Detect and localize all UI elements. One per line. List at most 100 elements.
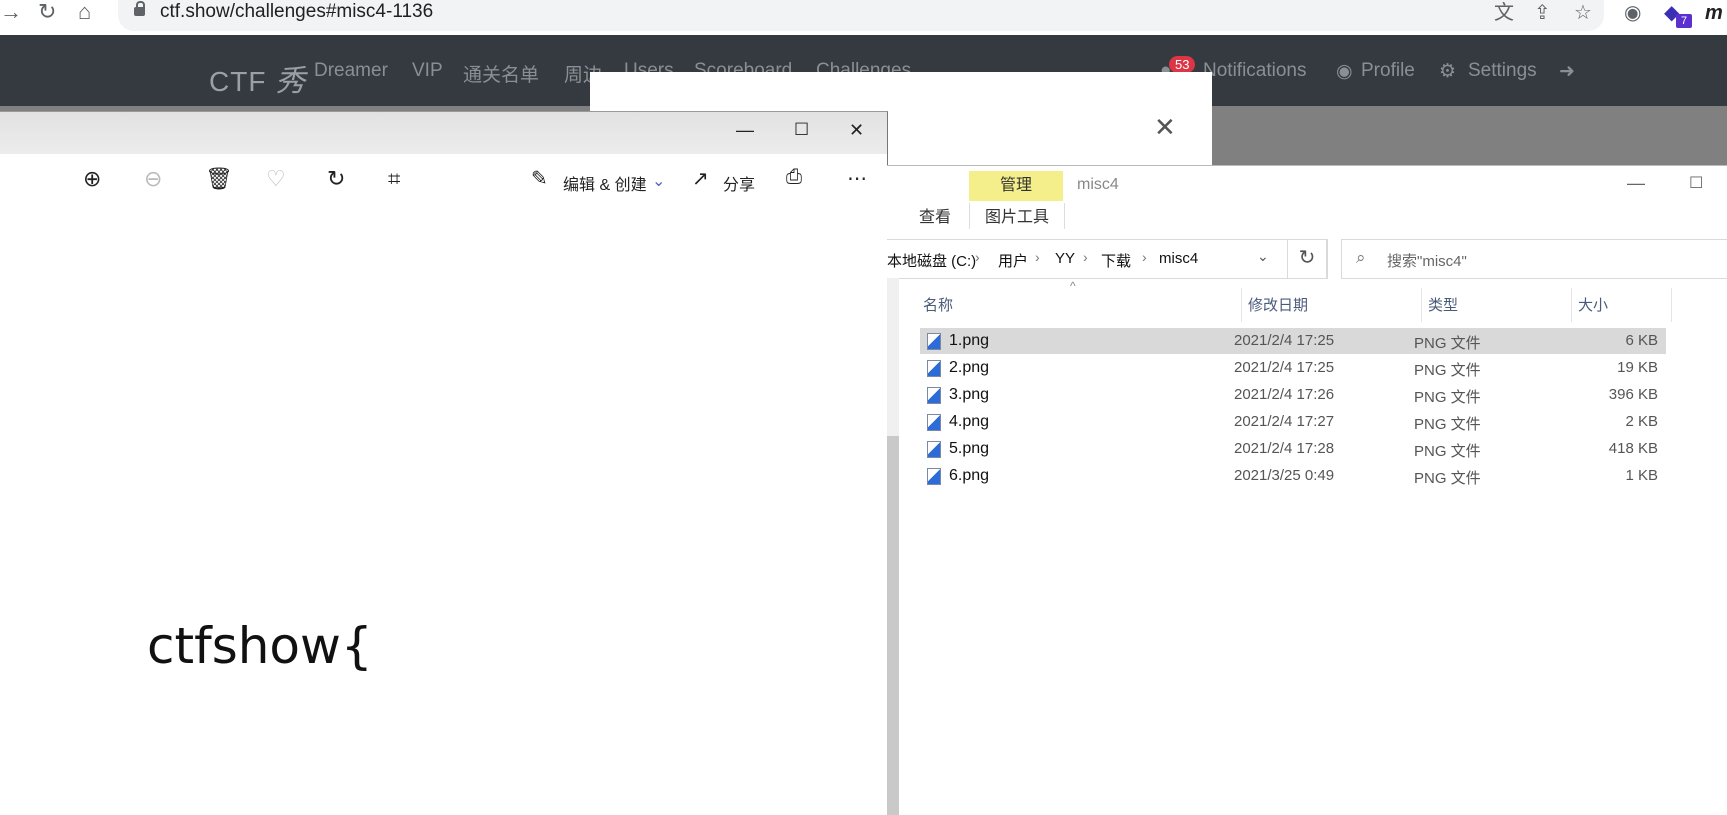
- breadcrumb-item[interactable]: 用户: [998, 250, 1028, 271]
- gears-icon: ⚙: [1439, 61, 1457, 82]
- ribbon-tab-picture-tools[interactable]: 图片工具: [969, 203, 1065, 229]
- nav-link-dreamer[interactable]: Dreamer: [314, 60, 388, 82]
- search-icon: ⌕: [1356, 248, 1366, 267]
- ribbon-tab-manage[interactable]: 管理: [969, 171, 1063, 201]
- file-date: 2021/2/4 17:26: [1234, 386, 1335, 403]
- minimize-icon[interactable]: —: [736, 120, 754, 141]
- breadcrumb-item[interactable]: misc4: [1159, 250, 1198, 267]
- bookmark-star-icon[interactable]: ☆: [1574, 2, 1592, 24]
- breadcrumb-item[interactable]: YY: [1055, 250, 1075, 267]
- logout-icon[interactable]: ➜: [1559, 60, 1575, 83]
- delete-icon[interactable]: 🗑: [205, 166, 233, 192]
- file-size: 418 KB: [1608, 440, 1658, 457]
- notification-badge: 53: [1169, 56, 1196, 73]
- maximize-icon[interactable]: ☐: [794, 120, 809, 140]
- file-row[interactable]: 3.png 2021/2/4 17:26 PNG 文件 396 KB: [920, 382, 1666, 408]
- site-logo[interactable]: CTF 秀: [209, 56, 306, 100]
- reload-icon[interactable]: ↻: [38, 0, 56, 26]
- nav-link-notifications[interactable]: Notifications: [1203, 60, 1307, 82]
- breadcrumb-item[interactable]: 本地磁盘 (C:): [887, 250, 976, 271]
- print-icon[interactable]: ⎙: [786, 166, 802, 189]
- extension-badge: 7: [1676, 14, 1692, 28]
- nav-link-pass-list[interactable]: 通关名单: [463, 60, 539, 87]
- file-type: PNG 文件: [1414, 335, 1481, 352]
- chevron-right-icon[interactable]: ›: [975, 249, 980, 265]
- column-header-name[interactable]: 名称: [923, 294, 953, 315]
- file-row[interactable]: 5.png 2021/2/4 17:28 PNG 文件 418 KB: [920, 436, 1666, 462]
- file-row[interactable]: 6.png 2021/3/25 0:49 PNG 文件 1 KB: [920, 463, 1666, 489]
- close-icon[interactable]: ✕: [1154, 112, 1176, 143]
- edit-create-icon: ✎: [531, 168, 548, 190]
- file-type: PNG 文件: [1414, 416, 1481, 433]
- rotate-icon[interactable]: ↻: [327, 166, 345, 192]
- maximize-icon[interactable]: ☐: [1689, 173, 1703, 193]
- chevron-right-icon[interactable]: ›: [1035, 249, 1040, 265]
- file-row[interactable]: 1.png 2021/2/4 17:25 PNG 文件 6 KB: [920, 328, 1666, 354]
- share-icon: ↗: [692, 168, 709, 190]
- file-size: 396 KB: [1608, 386, 1658, 403]
- brand-text: CTF: [209, 66, 267, 97]
- edit-create-button[interactable]: 编辑 & 创建: [563, 171, 647, 195]
- profile-avatar[interactable]: m: [1705, 2, 1723, 24]
- file-name: 4.png: [949, 413, 990, 430]
- url-text[interactable]: ctf.show/challenges#misc4-1136: [160, 0, 433, 24]
- column-divider[interactable]: [1671, 288, 1672, 322]
- browser-toolbar: → ↻ ⌂ ctf.show/challenges#misc4-1136 文 ⇪…: [0, 0, 1727, 35]
- share-icon[interactable]: ⇪: [1534, 2, 1551, 24]
- favorite-heart-icon[interactable]: ♡: [266, 166, 286, 192]
- file-explorer-window: 管理 misc4 — ☐ 查看 图片工具 本地磁盘 (C:) › 用户 › YY…: [887, 165, 1727, 815]
- column-header-size[interactable]: 大小: [1578, 294, 1608, 315]
- chevron-down-icon[interactable]: ⌄: [1257, 248, 1269, 265]
- column-divider[interactable]: [1571, 288, 1572, 322]
- forward-icon[interactable]: →: [0, 0, 22, 26]
- crop-icon[interactable]: ⌗: [388, 166, 400, 192]
- file-type: PNG 文件: [1414, 389, 1481, 406]
- address-breadcrumb[interactable]: 本地磁盘 (C:) › 用户 › YY › 下载 › misc4 ⌄: [887, 239, 1328, 279]
- chevron-down-icon[interactable]: ⌄: [652, 171, 665, 191]
- translate-icon[interactable]: 文: [1494, 2, 1514, 24]
- file-row[interactable]: 4.png 2021/2/4 17:27 PNG 文件 2 KB: [920, 409, 1666, 435]
- photos-titlebar[interactable]: — ☐ ✕: [0, 112, 887, 154]
- scrollbar-thumb[interactable]: [887, 436, 899, 815]
- file-size: 2 KB: [1625, 413, 1658, 430]
- column-divider[interactable]: [1241, 288, 1242, 322]
- refresh-icon[interactable]: ↻: [1287, 239, 1327, 279]
- column-header-type[interactable]: 类型: [1428, 294, 1458, 315]
- brand-suffix: 秀: [275, 64, 307, 99]
- minimize-icon[interactable]: —: [1627, 173, 1645, 194]
- column-header-modified[interactable]: 修改日期: [1248, 294, 1308, 315]
- file-date: 2021/2/4 17:25: [1234, 359, 1335, 376]
- lock-icon: [134, 1, 145, 16]
- file-name: 3.png: [949, 386, 990, 403]
- nav-link-settings[interactable]: Settings: [1468, 60, 1537, 82]
- extension-circle-icon[interactable]: ◉: [1624, 2, 1641, 24]
- breadcrumb-item[interactable]: 下载: [1101, 250, 1131, 271]
- file-name: 6.png: [949, 467, 990, 484]
- navigation-pane-scrollbar[interactable]: [887, 278, 899, 815]
- nav-link-profile[interactable]: Profile: [1361, 60, 1415, 82]
- file-row[interactable]: 2.png 2021/2/4 17:25 PNG 文件 19 KB: [920, 355, 1666, 381]
- zoom-in-icon[interactable]: ⊕: [83, 166, 101, 192]
- file-name: 1.png: [949, 332, 990, 349]
- ribbon-tab-view[interactable]: 查看: [919, 203, 951, 227]
- file-type: PNG 文件: [1414, 362, 1481, 379]
- address-bar[interactable]: ctf.show/challenges#misc4-1136 文 ⇪ ☆: [118, 0, 1604, 31]
- chevron-right-icon[interactable]: ›: [1083, 249, 1088, 265]
- file-date: 2021/2/4 17:25: [1234, 332, 1335, 349]
- more-options-icon[interactable]: ⋯: [847, 166, 867, 191]
- png-file-icon: [927, 468, 941, 485]
- chevron-right-icon[interactable]: ›: [1142, 249, 1147, 265]
- window-title: misc4: [1077, 176, 1119, 193]
- home-icon[interactable]: ⌂: [78, 0, 91, 26]
- share-button[interactable]: 分享: [723, 171, 755, 195]
- png-file-icon: [927, 333, 941, 350]
- png-file-icon: [927, 414, 941, 431]
- png-file-icon: [927, 360, 941, 377]
- column-divider[interactable]: [1421, 288, 1422, 322]
- close-icon[interactable]: ✕: [849, 120, 864, 141]
- file-date: 2021/2/4 17:27: [1234, 413, 1335, 430]
- nav-link-vip[interactable]: VIP: [412, 60, 443, 82]
- search-box[interactable]: ⌕ 搜索"misc4": [1341, 239, 1727, 279]
- zoom-out-icon[interactable]: ⊖: [144, 166, 162, 192]
- file-date: 2021/2/4 17:28: [1234, 440, 1335, 457]
